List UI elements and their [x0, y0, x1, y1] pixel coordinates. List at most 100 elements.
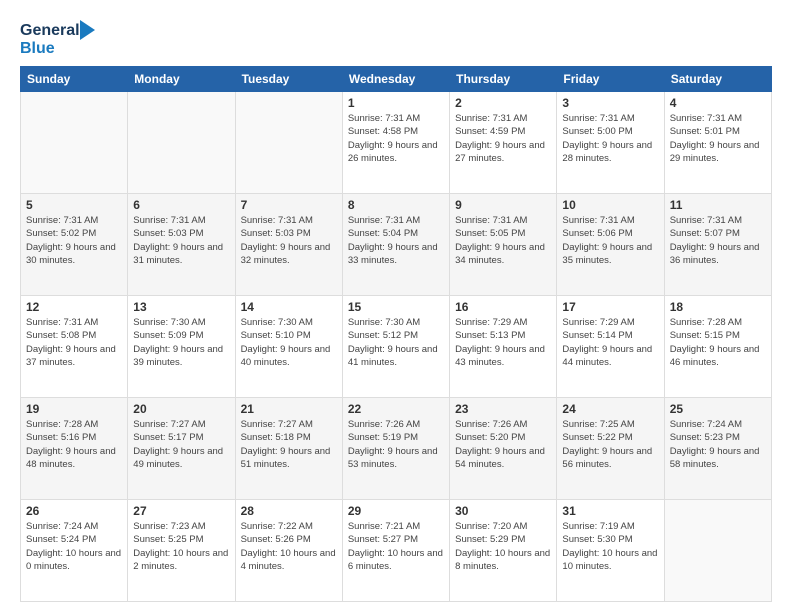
- day-cell: 28 Sunrise: 7:22 AM Sunset: 5:26 PM Dayli…: [235, 500, 342, 602]
- day-number: 11: [670, 198, 766, 212]
- day-info: Sunrise: 7:31 AM Sunset: 4:58 PM Dayligh…: [348, 112, 444, 165]
- day-cell: 19 Sunrise: 7:28 AM Sunset: 5:16 PM Dayli…: [21, 398, 128, 500]
- day-number: 28: [241, 504, 337, 518]
- day-number: 8: [348, 198, 444, 212]
- day-info: Sunrise: 7:31 AM Sunset: 5:06 PM Dayligh…: [562, 214, 658, 267]
- day-info: Sunrise: 7:31 AM Sunset: 5:05 PM Dayligh…: [455, 214, 551, 267]
- day-info: Sunrise: 7:30 AM Sunset: 5:09 PM Dayligh…: [133, 316, 229, 369]
- day-cell: 17 Sunrise: 7:29 AM Sunset: 5:14 PM Dayli…: [557, 296, 664, 398]
- day-info: Sunrise: 7:30 AM Sunset: 5:10 PM Dayligh…: [241, 316, 337, 369]
- day-cell: 16 Sunrise: 7:29 AM Sunset: 5:13 PM Dayli…: [450, 296, 557, 398]
- day-info: Sunrise: 7:27 AM Sunset: 5:18 PM Dayligh…: [241, 418, 337, 471]
- weekday-header-friday: Friday: [557, 67, 664, 92]
- day-cell: 18 Sunrise: 7:28 AM Sunset: 5:15 PM Dayli…: [664, 296, 771, 398]
- day-number: 5: [26, 198, 122, 212]
- day-cell: 9 Sunrise: 7:31 AM Sunset: 5:05 PM Daylig…: [450, 194, 557, 296]
- day-cell: 15 Sunrise: 7:30 AM Sunset: 5:12 PM Dayli…: [342, 296, 449, 398]
- day-info: Sunrise: 7:31 AM Sunset: 5:00 PM Dayligh…: [562, 112, 658, 165]
- day-cell: [664, 500, 771, 602]
- day-info: Sunrise: 7:28 AM Sunset: 5:15 PM Dayligh…: [670, 316, 766, 369]
- calendar-page: GeneralBlue SundayMondayTuesdayWednesday…: [0, 0, 792, 612]
- day-number: 16: [455, 300, 551, 314]
- day-number: 27: [133, 504, 229, 518]
- day-info: Sunrise: 7:31 AM Sunset: 5:02 PM Dayligh…: [26, 214, 122, 267]
- day-number: 31: [562, 504, 658, 518]
- day-cell: 23 Sunrise: 7:26 AM Sunset: 5:20 PM Dayli…: [450, 398, 557, 500]
- day-info: Sunrise: 7:19 AM Sunset: 5:30 PM Dayligh…: [562, 520, 658, 573]
- week-row-1: 5 Sunrise: 7:31 AM Sunset: 5:02 PM Daylig…: [21, 194, 772, 296]
- day-cell: 14 Sunrise: 7:30 AM Sunset: 5:10 PM Dayli…: [235, 296, 342, 398]
- day-number: 17: [562, 300, 658, 314]
- day-info: Sunrise: 7:31 AM Sunset: 5:03 PM Dayligh…: [133, 214, 229, 267]
- day-info: Sunrise: 7:26 AM Sunset: 5:20 PM Dayligh…: [455, 418, 551, 471]
- day-number: 19: [26, 402, 122, 416]
- day-number: 1: [348, 96, 444, 110]
- day-cell: 26 Sunrise: 7:24 AM Sunset: 5:24 PM Dayli…: [21, 500, 128, 602]
- day-cell: 25 Sunrise: 7:24 AM Sunset: 5:23 PM Dayli…: [664, 398, 771, 500]
- day-cell: 22 Sunrise: 7:26 AM Sunset: 5:19 PM Dayli…: [342, 398, 449, 500]
- day-number: 26: [26, 504, 122, 518]
- day-number: 20: [133, 402, 229, 416]
- day-info: Sunrise: 7:20 AM Sunset: 5:29 PM Dayligh…: [455, 520, 551, 573]
- day-number: 6: [133, 198, 229, 212]
- day-info: Sunrise: 7:21 AM Sunset: 5:27 PM Dayligh…: [348, 520, 444, 573]
- day-cell: 31 Sunrise: 7:19 AM Sunset: 5:30 PM Dayli…: [557, 500, 664, 602]
- day-number: 22: [348, 402, 444, 416]
- day-cell: 30 Sunrise: 7:20 AM Sunset: 5:29 PM Dayli…: [450, 500, 557, 602]
- svg-text:Blue: Blue: [20, 40, 55, 57]
- day-number: 2: [455, 96, 551, 110]
- svg-text:General: General: [20, 22, 80, 39]
- day-info: Sunrise: 7:24 AM Sunset: 5:24 PM Dayligh…: [26, 520, 122, 573]
- day-info: Sunrise: 7:24 AM Sunset: 5:23 PM Dayligh…: [670, 418, 766, 471]
- week-row-4: 26 Sunrise: 7:24 AM Sunset: 5:24 PM Dayli…: [21, 500, 772, 602]
- day-info: Sunrise: 7:26 AM Sunset: 5:19 PM Dayligh…: [348, 418, 444, 471]
- day-info: Sunrise: 7:31 AM Sunset: 5:08 PM Dayligh…: [26, 316, 122, 369]
- day-info: Sunrise: 7:28 AM Sunset: 5:16 PM Dayligh…: [26, 418, 122, 471]
- day-info: Sunrise: 7:23 AM Sunset: 5:25 PM Dayligh…: [133, 520, 229, 573]
- day-cell: 10 Sunrise: 7:31 AM Sunset: 5:06 PM Dayli…: [557, 194, 664, 296]
- day-number: 10: [562, 198, 658, 212]
- day-number: 13: [133, 300, 229, 314]
- weekday-header-monday: Monday: [128, 67, 235, 92]
- day-info: Sunrise: 7:31 AM Sunset: 5:07 PM Dayligh…: [670, 214, 766, 267]
- day-info: Sunrise: 7:29 AM Sunset: 5:14 PM Dayligh…: [562, 316, 658, 369]
- day-cell: 3 Sunrise: 7:31 AM Sunset: 5:00 PM Daylig…: [557, 92, 664, 194]
- day-info: Sunrise: 7:25 AM Sunset: 5:22 PM Dayligh…: [562, 418, 658, 471]
- day-number: 23: [455, 402, 551, 416]
- weekday-header-saturday: Saturday: [664, 67, 771, 92]
- day-cell: 20Sunrise: 7:27 AM Sunset: 5:17 PM Dayli…: [128, 398, 235, 500]
- day-cell: [21, 92, 128, 194]
- week-row-0: 1 Sunrise: 7:31 AM Sunset: 4:58 PM Daylig…: [21, 92, 772, 194]
- day-cell: 8Sunrise: 7:31 AM Sunset: 5:04 PM Daylig…: [342, 194, 449, 296]
- day-number: 25: [670, 402, 766, 416]
- day-cell: 6 Sunrise: 7:31 AM Sunset: 5:03 PM Daylig…: [128, 194, 235, 296]
- day-number: 14: [241, 300, 337, 314]
- day-cell: 1 Sunrise: 7:31 AM Sunset: 4:58 PM Daylig…: [342, 92, 449, 194]
- day-cell: 13 Sunrise: 7:30 AM Sunset: 5:09 PM Dayli…: [128, 296, 235, 398]
- day-cell: 11 Sunrise: 7:31 AM Sunset: 5:07 PM Dayli…: [664, 194, 771, 296]
- day-info: Sunrise: 7:30 AM Sunset: 5:12 PM Dayligh…: [348, 316, 444, 369]
- day-number: 9: [455, 198, 551, 212]
- weekday-header-row: SundayMondayTuesdayWednesdayThursdayFrid…: [21, 67, 772, 92]
- day-info: Sunrise: 7:31 AM Sunset: 4:59 PM Dayligh…: [455, 112, 551, 165]
- calendar-table: SundayMondayTuesdayWednesdayThursdayFrid…: [20, 66, 772, 602]
- day-number: 24: [562, 402, 658, 416]
- day-number: 18: [670, 300, 766, 314]
- logo-icon: GeneralBlue: [20, 18, 100, 58]
- header: GeneralBlue: [20, 18, 772, 58]
- day-info: Sunrise: 7:31 AM Sunset: 5:01 PM Dayligh…: [670, 112, 766, 165]
- day-number: 4: [670, 96, 766, 110]
- day-cell: 21Sunrise: 7:27 AM Sunset: 5:18 PM Dayli…: [235, 398, 342, 500]
- weekday-header-sunday: Sunday: [21, 67, 128, 92]
- day-number: 3: [562, 96, 658, 110]
- week-row-3: 19 Sunrise: 7:28 AM Sunset: 5:16 PM Dayli…: [21, 398, 772, 500]
- day-cell: 4 Sunrise: 7:31 AM Sunset: 5:01 PM Daylig…: [664, 92, 771, 194]
- day-number: 30: [455, 504, 551, 518]
- day-info: Sunrise: 7:22 AM Sunset: 5:26 PM Dayligh…: [241, 520, 337, 573]
- weekday-header-thursday: Thursday: [450, 67, 557, 92]
- day-number: 15: [348, 300, 444, 314]
- day-cell: 24 Sunrise: 7:25 AM Sunset: 5:22 PM Dayli…: [557, 398, 664, 500]
- day-number: 29: [348, 504, 444, 518]
- day-info: Sunrise: 7:31 AM Sunset: 5:03 PM Dayligh…: [241, 214, 337, 267]
- day-info: Sunrise: 7:29 AM Sunset: 5:13 PM Dayligh…: [455, 316, 551, 369]
